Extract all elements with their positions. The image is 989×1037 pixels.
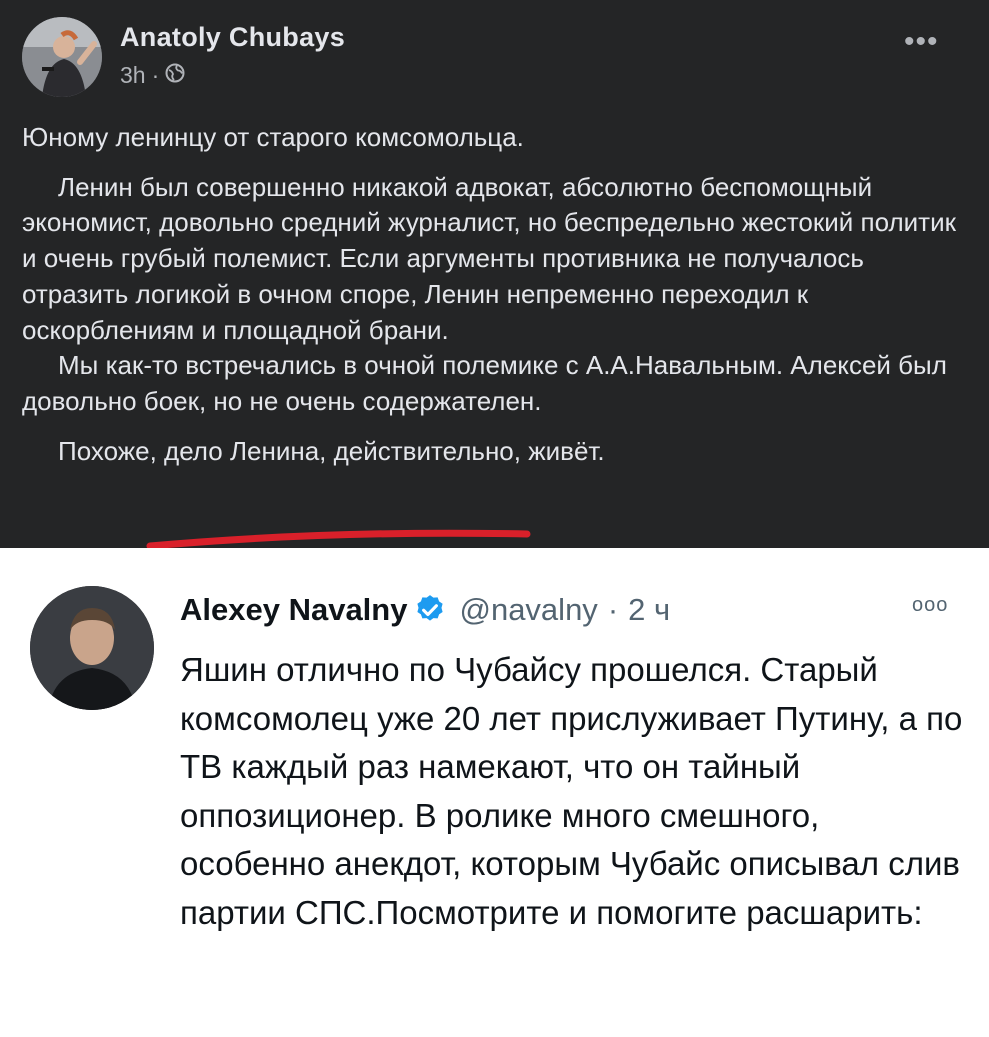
header-separator: · [607,592,619,627]
facebook-post: Anatoly Chubays 3h · ••• Юному ленинцу о… [0,0,989,548]
tweet: Alexey Navalny @navalny · 2 ч ooo Яшин о… [0,554,989,1037]
avatar-photo-icon [30,586,154,710]
tweet-text: Яшин отлично по Чубайсу прошелся. Старый… [180,651,963,931]
tweet-time[interactable]: 2 ч [628,592,670,628]
tweet-more-options-button[interactable]: ooo [912,594,948,617]
tweet-author-name[interactable]: Alexey Navalny [180,592,407,628]
verified-badge-icon [413,593,447,627]
red-underline-annotation [146,529,531,548]
tweet-header: Alexey Navalny @navalny · 2 ч [180,592,670,628]
tweet-handle[interactable]: @navalny [459,592,597,628]
tweet-avatar[interactable] [30,586,154,710]
